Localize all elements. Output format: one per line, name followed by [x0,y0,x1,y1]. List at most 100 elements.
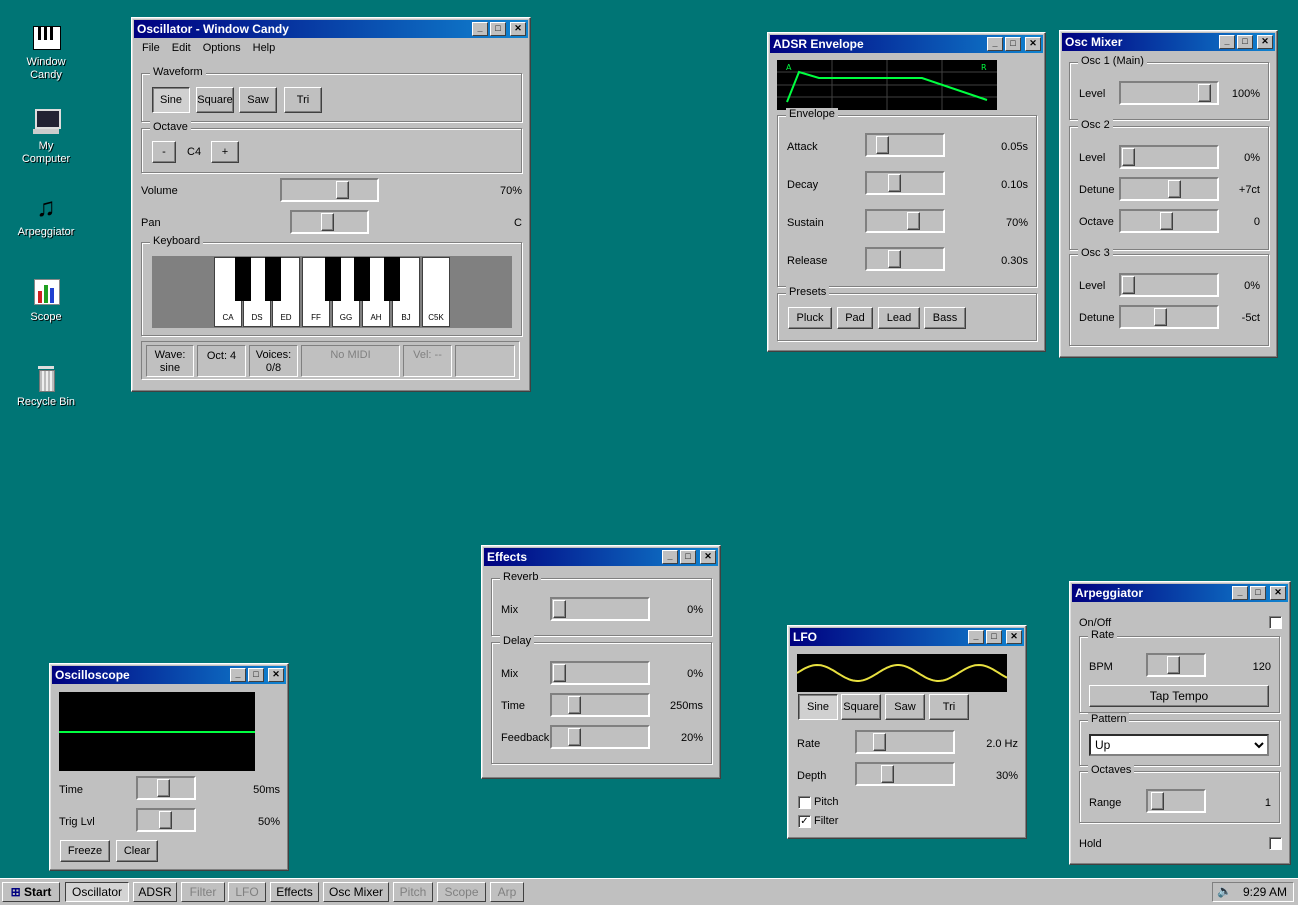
slider-thumb[interactable] [1122,148,1135,166]
close-button[interactable]: ✕ [1006,630,1022,644]
octave-down-button[interactable]: - [152,141,176,163]
slider-thumb[interactable] [887,250,901,268]
lfo-rate-slider[interactable] [855,730,955,754]
delay-time-slider[interactable] [550,693,650,717]
pitch-checkbox[interactable] [798,796,811,809]
maximize-button[interactable]: □ [490,22,506,36]
desktop-icon-arpeggiator[interactable]: ♫ Arpeggiator [6,192,86,239]
taskbar-scope[interactable]: Scope [437,882,486,902]
delay-feedback-slider[interactable] [550,725,650,749]
preset-lead-button[interactable]: Lead [878,307,920,329]
hold-checkbox[interactable] [1269,837,1282,850]
desktop-icon-my-computer[interactable]: My Computer [6,106,86,166]
minimize-button[interactable]: _ [230,668,246,682]
volume-slider[interactable] [280,178,379,202]
minimize-button[interactable]: _ [968,630,984,644]
range-slider[interactable] [1146,789,1206,813]
freeze-button[interactable]: Freeze [60,840,110,862]
reverb-mix-slider[interactable] [550,597,650,621]
lfo-saw-button[interactable]: Saw [885,694,925,720]
decay-slider[interactable] [865,171,945,195]
black-key[interactable] [354,257,370,301]
minimize-button[interactable]: _ [662,550,678,564]
slider-thumb[interactable] [553,664,566,682]
black-key[interactable] [265,257,281,301]
oscillator-titlebar[interactable]: Oscillator - Window Candy _ □ ✕ [134,20,528,38]
slider-thumb[interactable] [876,136,890,154]
slider-thumb[interactable] [1167,180,1181,198]
osc2-detune-slider[interactable] [1119,177,1219,201]
slider-thumb[interactable] [320,213,334,231]
osc3-detune-slider[interactable] [1119,305,1219,329]
attack-slider[interactable] [865,133,945,157]
slider-thumb[interactable] [907,212,921,230]
slider-thumb[interactable] [880,765,894,783]
menu-help[interactable]: Help [247,40,282,56]
black-key[interactable] [384,257,400,301]
maximize-button[interactable]: □ [248,668,264,682]
slider-thumb[interactable] [1160,212,1173,230]
effects-titlebar[interactable]: Effects _ □ ✕ [484,548,718,566]
taskbar-filter[interactable]: Filter [181,882,225,902]
menu-file[interactable]: File [136,40,166,56]
onoff-checkbox[interactable] [1269,616,1282,629]
scope-time-slider[interactable] [136,776,196,800]
scope-trig-slider[interactable] [136,808,196,832]
slider-thumb[interactable] [1198,84,1211,102]
preset-bass-button[interactable]: Bass [924,307,966,329]
slider-thumb[interactable] [1167,656,1180,674]
osc1-level-slider[interactable] [1119,81,1219,105]
lfo-sine-button[interactable]: Sine [798,694,838,720]
slider-thumb[interactable] [568,728,582,746]
taskbar-effects[interactable]: Effects [270,882,319,902]
osc2-level-slider[interactable] [1119,145,1219,169]
piano-key[interactable]: C5K [422,257,450,327]
slider-thumb[interactable] [1153,308,1167,326]
release-slider[interactable] [865,247,945,271]
pan-slider[interactable] [290,210,369,234]
lfo-titlebar[interactable]: LFO _ □ ✕ [790,628,1024,646]
desktop-icon-recycle-bin[interactable]: Recycle Bin [6,362,86,409]
osc2-octave-slider[interactable] [1119,209,1219,233]
wave-tri-button[interactable]: Tri [284,87,322,113]
slider-thumb[interactable] [887,174,901,192]
minimize-button[interactable]: _ [1219,35,1235,49]
taskbar-arp[interactable]: Arp [490,882,524,902]
slider-thumb[interactable] [568,696,582,714]
scope-titlebar[interactable]: Oscilloscope _ □ ✕ [52,666,286,684]
taskbar-oscillator[interactable]: Oscillator [65,882,129,902]
preset-pluck-button[interactable]: Pluck [788,307,832,329]
clear-button[interactable]: Clear [116,840,158,862]
tap-tempo-button[interactable]: Tap Tempo [1089,685,1269,707]
wave-sine-button[interactable]: Sine [152,87,190,113]
maximize-button[interactable]: □ [680,550,696,564]
sustain-slider[interactable] [865,209,945,233]
minimize-button[interactable]: _ [1232,586,1248,600]
slider-thumb[interactable] [553,600,566,618]
preset-pad-button[interactable]: Pad [837,307,873,329]
slider-thumb[interactable] [1122,276,1135,294]
pattern-select[interactable]: Up [1089,734,1269,756]
minimize-button[interactable]: _ [987,37,1003,51]
black-key[interactable] [325,257,341,301]
lfo-tri-button[interactable]: Tri [929,694,969,720]
taskbar-lfo[interactable]: LFO [228,882,266,902]
taskbar-pitch[interactable]: Pitch [393,882,433,902]
slider-thumb[interactable] [157,779,170,797]
maximize-button[interactable]: □ [986,630,1002,644]
close-button[interactable]: ✕ [1257,35,1273,49]
lfo-square-button[interactable]: Square [841,694,881,720]
wave-saw-button[interactable]: Saw [239,87,277,113]
start-button[interactable]: ⊞ Start [2,882,60,902]
black-key[interactable] [235,257,251,301]
slider-thumb[interactable] [873,733,887,751]
maximize-button[interactable]: □ [1237,35,1253,49]
delay-mix-slider[interactable] [550,661,650,685]
menu-edit[interactable]: Edit [166,40,197,56]
speaker-icon[interactable]: 🔈 [1217,884,1232,898]
slider-thumb[interactable] [1150,792,1164,810]
taskbar-adsr[interactable]: ADSR [133,882,177,902]
filter-checkbox[interactable]: ✓ [798,815,811,828]
menu-options[interactable]: Options [197,40,247,56]
wave-square-button[interactable]: Square [196,87,234,113]
